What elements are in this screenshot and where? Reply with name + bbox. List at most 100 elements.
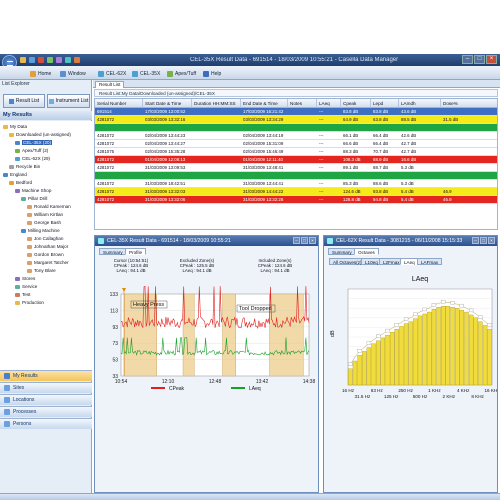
- column-header[interactable]: Dose%: [441, 99, 497, 108]
- octave-bar[interactable]: [464, 311, 469, 386]
- column-header[interactable]: LAmdh: [399, 99, 441, 108]
- tab-summary[interactable]: Summary: [99, 248, 127, 255]
- column-header[interactable]: Serial Number: [95, 99, 143, 108]
- window-minimize-button[interactable]: –: [472, 237, 479, 244]
- tree-node[interactable]: England: [3, 171, 27, 178]
- table-row[interactable]: 4281075 02/04/2009 15:35:28 02/04/2009 15:…: [95, 148, 497, 156]
- ribbon-cel62x[interactable]: CEL-62X: [98, 69, 126, 78]
- octave-bar[interactable]: [376, 340, 381, 386]
- octave-bar[interactable]: [436, 307, 441, 386]
- ribbon-home[interactable]: Home: [30, 69, 51, 78]
- octave-bar[interactable]: [394, 329, 399, 386]
- octave-bar[interactable]: [413, 318, 418, 386]
- tree-node[interactable]: Stores: [15, 275, 35, 282]
- window-maximize-button[interactable]: □: [301, 237, 308, 244]
- octave-bar[interactable]: [459, 309, 464, 386]
- tree-node[interactable]: Service: [15, 283, 37, 290]
- tree-node[interactable]: Margaret Tatcher: [27, 259, 69, 266]
- tree-node[interactable]: CEL-62X (29): [15, 155, 50, 162]
- tab-profile[interactable]: Profile: [125, 248, 147, 255]
- tab-result-list[interactable]: Result List: [95, 81, 125, 88]
- tree-node[interactable]: Milling Machine: [21, 227, 60, 234]
- octave-bar[interactable]: [427, 311, 432, 386]
- column-header[interactable]: LAeq: [317, 99, 341, 108]
- octave-bar[interactable]: [468, 314, 474, 386]
- delete-icon[interactable]: [38, 57, 44, 63]
- settings-icon[interactable]: [74, 57, 80, 63]
- column-header[interactable]: Lepd: [371, 99, 399, 108]
- octave-bar[interactable]: [357, 355, 362, 386]
- tree-node[interactable]: Pillar Drill: [21, 195, 47, 202]
- table-row[interactable]: [95, 172, 497, 180]
- octave-bar[interactable]: [422, 313, 427, 386]
- octave-bar[interactable]: [473, 317, 478, 386]
- octave-bar[interactable]: [389, 332, 395, 386]
- tree-node[interactable]: George Bash: [27, 219, 61, 226]
- cursor-marker-icon[interactable]: [122, 288, 126, 292]
- octave-bar[interactable]: [478, 321, 483, 386]
- column-header[interactable]: Start Date & Time: [143, 99, 192, 108]
- table-row[interactable]: 4281072 02/04/2009 13:44:27 02/04/2009 15:…: [95, 140, 497, 148]
- nav-processes[interactable]: Processes: [0, 406, 92, 417]
- octave-chart-svg[interactable]: LAeq dB 16 Hz31.5 Hz63 Hz125 Hz250 Hz500 H…: [326, 267, 497, 407]
- subtab-laeq[interactable]: LAeq: [400, 258, 419, 265]
- profile-chart-svg[interactable]: 1331139373533310:54 12:10 12:48 13:42 14:38H…: [97, 276, 316, 401]
- tree-node[interactable]: Johnathan Major: [27, 243, 68, 250]
- column-header[interactable]: Notes: [288, 99, 317, 108]
- tree-node[interactable]: My Data: [3, 123, 27, 130]
- nav-persons[interactable]: Persons: [0, 418, 92, 429]
- tree-node[interactable]: Tony Blare: [27, 267, 56, 274]
- table-row[interactable]: 4281072 31/03/2009 13:32:06 31/03/2009 13:…: [95, 196, 497, 204]
- octave-bar[interactable]: [403, 323, 409, 386]
- ribbon-apextuff[interactable]: Apex/Tuff: [167, 69, 196, 78]
- tree-node[interactable]: William Kirtlan: [27, 211, 63, 218]
- tree-node[interactable]: Bedford: [9, 179, 32, 186]
- nav-my-results[interactable]: My Results: [0, 370, 92, 381]
- octave-bar[interactable]: [454, 308, 460, 386]
- octave-chart[interactable]: LAeq dB 16 Hz 31.5 Hz 63 Hz 125 Hz 250 Hz 500 H…: [326, 267, 497, 407]
- tab-octaves[interactable]: Octaves: [354, 248, 379, 255]
- table-row[interactable]: 691514 17/03/2009 13:00:52 17/03/2009 16:2…: [95, 108, 497, 116]
- octave-bar[interactable]: [450, 307, 455, 386]
- tree-node[interactable]: CEL-35X (20): [15, 139, 53, 146]
- tree-node[interactable]: Ronald Kameman: [27, 203, 71, 210]
- tree-node[interactable]: Gordon Brown: [27, 251, 64, 258]
- octave-bar[interactable]: [431, 309, 437, 386]
- tree-node[interactable]: Machine Shop: [15, 187, 51, 194]
- instrument-list-button[interactable]: Instrument List: [47, 94, 90, 108]
- ribbon-help[interactable]: Help: [203, 69, 221, 78]
- excluded-zone[interactable]: [222, 293, 236, 377]
- nav-locations[interactable]: Locations: [0, 394, 92, 405]
- open-icon[interactable]: [20, 57, 26, 63]
- tree-node[interactable]: Production: [15, 299, 44, 306]
- print-icon[interactable]: [56, 57, 62, 63]
- octave-bar[interactable]: [380, 337, 386, 386]
- window-close-button[interactable]: ×: [309, 237, 316, 244]
- table-row[interactable]: [95, 124, 497, 132]
- ribbon-window[interactable]: Window: [60, 69, 86, 78]
- window-close-button[interactable]: ×: [488, 237, 495, 244]
- tree-node[interactable]: Jon Callaghan: [27, 235, 63, 242]
- octave-bar[interactable]: [385, 334, 390, 386]
- ribbon-cel35x[interactable]: CEL-35X: [132, 69, 160, 78]
- column-header[interactable]: Duration HH:MM:SS: [192, 99, 241, 108]
- tree-node[interactable]: Downloaded (un-assigned): [9, 131, 71, 138]
- subtab-lafmax[interactable]: LAFmax: [417, 258, 443, 265]
- octave-bar[interactable]: [399, 326, 404, 386]
- table-row[interactable]: 4281072 03/03/2009 13:32:16 03/03/2009 13:…: [95, 116, 497, 124]
- profile-chart[interactable]: 133 113 93 73 53 33 10:54 12:10 12:48 13:42 14:38 H…: [97, 276, 316, 401]
- octave-bar[interactable]: [362, 351, 367, 386]
- octave-bar[interactable]: [348, 368, 353, 386]
- octave-bar[interactable]: [417, 315, 423, 386]
- tree-node[interactable]: Apex/Tuff (2): [15, 147, 48, 154]
- column-header[interactable]: Cpeak: [341, 99, 371, 108]
- octave-bar[interactable]: [441, 306, 446, 386]
- nav-sites[interactable]: Sites: [0, 382, 92, 393]
- result-list-button[interactable]: Result List: [3, 94, 45, 108]
- column-header[interactable]: End Date & Time: [241, 99, 288, 108]
- table-row[interactable]: 4281072 31/03/2009 18:42:51 31/03/2009 13:…: [95, 180, 497, 188]
- octave-bar[interactable]: [366, 347, 372, 386]
- octave-bar[interactable]: [482, 325, 488, 386]
- window-maximize-button[interactable]: □: [480, 237, 487, 244]
- octave-bar[interactable]: [408, 321, 413, 386]
